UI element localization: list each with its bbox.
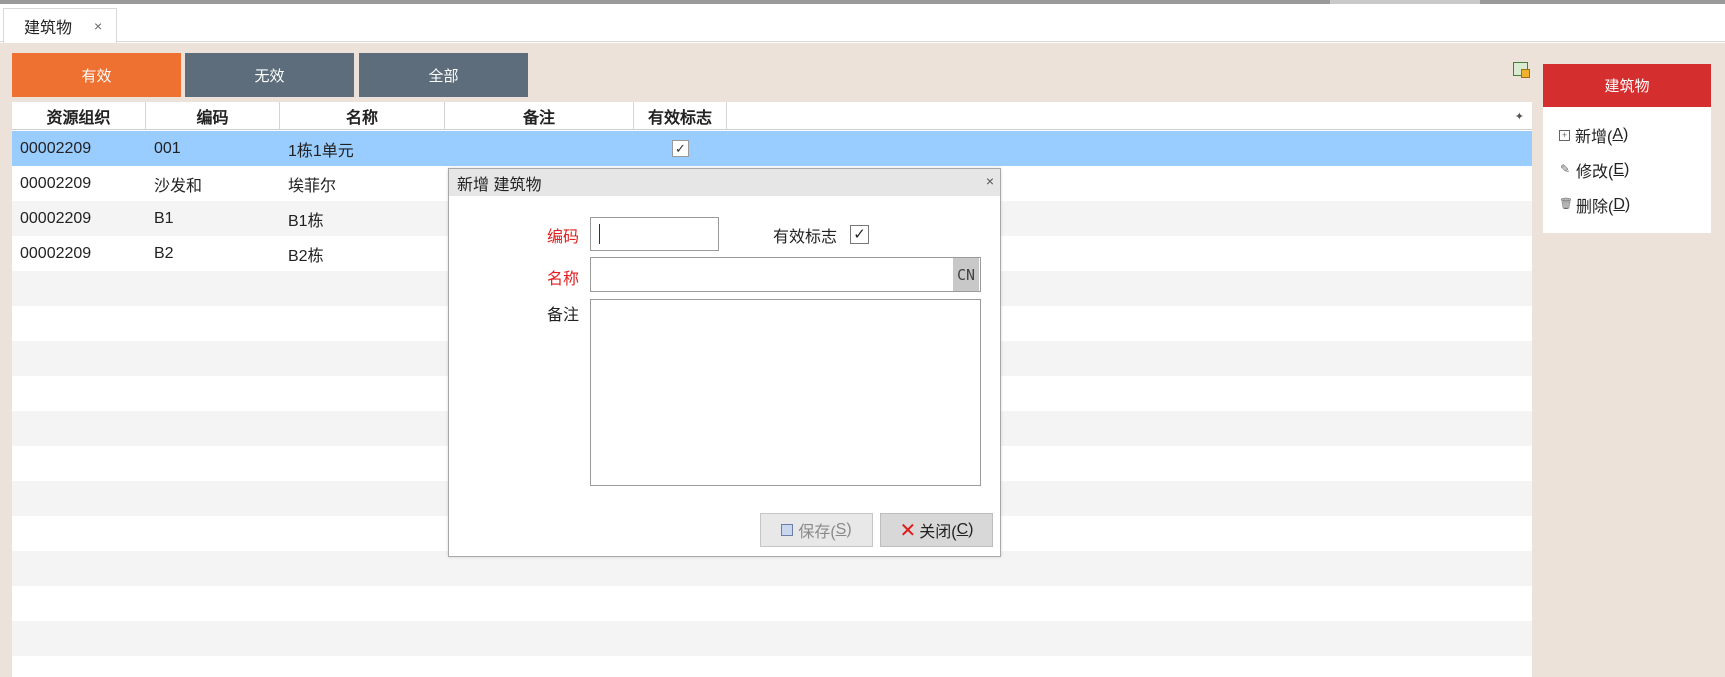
cell-code: 沙发和 <box>154 177 203 195</box>
action-panel: 建筑物 + 新增(A) ✎ 修改(E) 🗑 删除(D) <box>1543 64 1711 233</box>
save-hotkey: S <box>835 521 847 538</box>
delete-hotkey: D <box>1613 196 1625 213</box>
cell-org: 00002209 <box>20 209 92 227</box>
cell-valid-flag: ✓ <box>634 131 727 166</box>
edit-label-end: ) <box>1624 161 1630 178</box>
name-label: 名称 <box>546 271 579 288</box>
edit-hotkey: E <box>1613 161 1625 178</box>
note-label: 备注 <box>546 307 579 324</box>
cell-code: B1 <box>154 209 174 227</box>
dialog-title-bar[interactable]: 新增 建筑物 × <box>449 169 1000 196</box>
filter-invalid-button[interactable]: 无效 <box>185 53 354 97</box>
valid-flag-checkbox[interactable]: ✓ <box>850 225 869 244</box>
close-label: 关闭( <box>919 524 957 541</box>
edit-label: 修改( <box>1576 164 1614 181</box>
save-button[interactable]: 保存(S) <box>760 513 873 547</box>
column-header-note[interactable]: 备注 <box>445 102 634 130</box>
add-icon: + <box>1559 129 1570 141</box>
column-header-code[interactable]: 编码 <box>146 102 280 130</box>
cell-name: 埃菲尔 <box>288 177 337 195</box>
tab-bar: 建筑物 × <box>0 4 1725 43</box>
close-label-end: ) <box>968 521 974 538</box>
cell-name: B1栋 <box>288 212 324 230</box>
delete-label-end: ) <box>1624 196 1631 213</box>
pencil-icon: ✎ <box>1559 161 1571 176</box>
column-header-org[interactable]: 资源组织 <box>12 102 146 130</box>
valid-flag-label: 有效标志 <box>773 229 838 246</box>
edit-button[interactable]: ✎ 修改(E) <box>1559 156 1629 184</box>
add-button[interactable]: + 新增(A) <box>1559 121 1628 149</box>
filter-valid-button[interactable]: 有效 <box>12 53 181 97</box>
grid-header: 资源组织 编码 名称 备注 有效标志 ✦ <box>12 102 1532 130</box>
dialog-close-icon[interactable]: × <box>986 173 994 189</box>
delete-label: 删除( <box>1576 199 1614 216</box>
name-input[interactable] <box>590 257 981 292</box>
empty-row <box>12 621 1532 656</box>
empty-row <box>12 586 1532 621</box>
column-header-valid-flag[interactable]: 有效标志 <box>634 102 727 130</box>
filter-all-button[interactable]: 全部 <box>359 53 528 97</box>
close-button[interactable]: ✕ 关闭(C) <box>880 513 993 547</box>
trash-icon: 🗑 <box>1559 197 1573 210</box>
cell-name: B2栋 <box>288 247 324 265</box>
cell-code: 001 <box>154 139 181 157</box>
empty-row <box>12 656 1532 677</box>
add-hotkey: A <box>1612 126 1624 143</box>
export-excel-icon[interactable] <box>1513 62 1530 78</box>
column-header-name[interactable]: 名称 <box>280 102 445 130</box>
save-label: 保存( <box>798 524 836 541</box>
close-hotkey: C <box>956 521 969 538</box>
action-panel-title: 建筑物 <box>1543 64 1711 107</box>
cell-code: B2 <box>154 244 174 262</box>
cell-name: 1栋1单元 <box>288 142 354 160</box>
close-x-icon: ✕ <box>899 519 917 542</box>
cell-org: 00002209 <box>20 174 92 192</box>
save-icon <box>781 524 794 536</box>
save-label-end: ) <box>846 521 852 538</box>
add-building-dialog: 新增 建筑物 × 编码 有效标志 ✓ 名称 CN 备注 保存(S) ✕ 关闭(C… <box>448 168 1001 557</box>
language-cn-button[interactable]: CN <box>953 258 979 291</box>
tab-buildings[interactable]: 建筑物 × <box>3 8 117 43</box>
add-label-end: ) <box>1623 126 1629 143</box>
valid-checkbox[interactable]: ✓ <box>672 140 689 157</box>
dialog-title: 新增 建筑物 <box>457 176 542 194</box>
cell-note <box>445 131 634 166</box>
code-input[interactable] <box>590 217 719 251</box>
add-label: 新增( <box>1575 129 1613 146</box>
note-textarea[interactable] <box>590 299 981 486</box>
code-label: 编码 <box>546 229 579 246</box>
cell-org: 00002209 <box>20 139 92 157</box>
delete-button[interactable]: 🗑 删除(D) <box>1559 191 1630 219</box>
cell-org: 00002209 <box>20 244 92 262</box>
table-row[interactable]: 00002209 001 1栋1单元 ✓ <box>12 131 1532 166</box>
tab-label: 建筑物 <box>24 20 73 37</box>
column-settings-icon[interactable]: ✦ <box>727 102 1532 130</box>
tab-close-icon[interactable]: × <box>94 18 102 34</box>
text-caret <box>599 224 600 244</box>
